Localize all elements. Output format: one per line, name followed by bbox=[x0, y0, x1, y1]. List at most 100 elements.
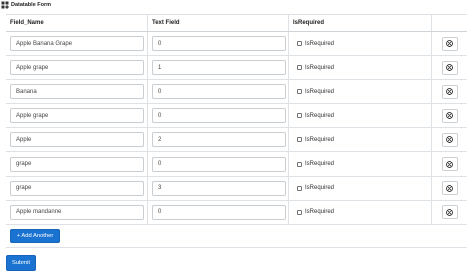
actions-cell bbox=[431, 176, 467, 200]
circle-x-icon bbox=[446, 208, 453, 216]
field-name-input[interactable]: Apple grape bbox=[10, 108, 144, 124]
circle-x-icon bbox=[446, 40, 453, 47]
table-row: grape 3 IsRequired bbox=[6, 176, 467, 201]
is-required-label: IsRequired bbox=[305, 40, 335, 47]
text-field-input[interactable]: 3 bbox=[152, 180, 286, 196]
is-required-checkbox[interactable] bbox=[297, 65, 302, 71]
is-required-checkbox[interactable] bbox=[297, 161, 302, 167]
text-field-input[interactable]: 0 bbox=[152, 36, 286, 52]
remove-row-button[interactable] bbox=[441, 84, 458, 99]
table-row: Apple 2 IsRequired bbox=[6, 128, 467, 153]
is-required-label: IsRequired bbox=[305, 161, 335, 168]
is-required-checkbox[interactable] bbox=[297, 89, 302, 95]
is-required-cell: IsRequired bbox=[288, 32, 431, 56]
table-row: grape 0 IsRequired bbox=[6, 152, 467, 177]
actions-cell bbox=[431, 56, 467, 80]
text-field-cell: 0 bbox=[147, 104, 288, 128]
remove-row-button[interactable] bbox=[441, 36, 458, 51]
is-required-checkbox[interactable] bbox=[297, 113, 302, 119]
is-required-control: IsRequired bbox=[289, 137, 334, 143]
text-field-input[interactable]: 0 bbox=[152, 156, 286, 172]
text-field-input[interactable]: 1 bbox=[152, 60, 286, 76]
field-name-cell: grape bbox=[6, 152, 147, 175]
circle-x-icon bbox=[446, 112, 453, 120]
is-required-cell: IsRequired bbox=[288, 80, 431, 104]
circle-x-icon bbox=[446, 64, 453, 72]
header-actions bbox=[431, 15, 467, 31]
text-field-input[interactable]: 0 bbox=[152, 204, 286, 220]
is-required-checkbox[interactable] bbox=[297, 41, 302, 47]
table-body: Apple Banana Grape 0 IsRequired Apple grape… bbox=[6, 32, 467, 225]
add-row-footer: + Add Another bbox=[6, 226, 467, 248]
form-title: Datatable Form bbox=[11, 2, 52, 8]
is-required-checkbox[interactable] bbox=[297, 185, 302, 191]
field-name-input[interactable]: Banana bbox=[10, 84, 144, 100]
circle-x-icon bbox=[446, 184, 453, 192]
header-field-name: Field_Name bbox=[10, 20, 44, 26]
text-field-cell: 0 bbox=[147, 152, 288, 176]
datatable: Field_Name Text Field IsRequired Apple B… bbox=[6, 14, 467, 225]
remove-row-button[interactable] bbox=[441, 132, 458, 147]
field-name-cell: Apple mandanne bbox=[6, 201, 147, 224]
is-required-label: IsRequired bbox=[305, 112, 335, 119]
field-name-cell: Apple grape bbox=[6, 56, 147, 79]
field-name-input[interactable]: Apple bbox=[10, 132, 144, 148]
is-required-control: IsRequired bbox=[289, 161, 334, 167]
actions-cell bbox=[431, 32, 467, 56]
is-required-control: IsRequired bbox=[289, 113, 334, 119]
field-name-cell: Apple Banana Grape bbox=[6, 32, 147, 55]
is-required-label: IsRequired bbox=[305, 136, 335, 143]
is-required-cell: IsRequired bbox=[288, 128, 431, 152]
text-field-input[interactable]: 0 bbox=[152, 108, 286, 124]
is-required-label: IsRequired bbox=[305, 185, 335, 192]
actions-cell bbox=[431, 152, 467, 176]
table-header: Field_Name Text Field IsRequired bbox=[6, 15, 467, 32]
field-name-input[interactable]: Apple mandanne bbox=[10, 204, 144, 220]
actions-cell bbox=[431, 200, 467, 224]
is-required-control: IsRequired bbox=[289, 89, 334, 95]
is-required-control: IsRequired bbox=[289, 185, 334, 191]
is-required-control: IsRequired bbox=[289, 209, 334, 215]
field-name-input[interactable]: grape bbox=[10, 156, 144, 172]
is-required-checkbox[interactable] bbox=[297, 209, 302, 215]
form-title-bar: Datatable Form bbox=[0, 0, 474, 10]
text-field-input[interactable]: 0 bbox=[152, 84, 286, 100]
actions-cell bbox=[431, 104, 467, 128]
is-required-checkbox[interactable] bbox=[297, 137, 302, 143]
actions-cell bbox=[431, 128, 467, 152]
is-required-cell: IsRequired bbox=[288, 200, 431, 224]
remove-row-button[interactable] bbox=[441, 108, 458, 123]
table-row: Apple grape 1 IsRequired bbox=[6, 56, 467, 81]
table-row: Apple Banana Grape 0 IsRequired bbox=[6, 32, 467, 57]
field-name-cell: Apple grape bbox=[6, 104, 147, 127]
remove-row-button[interactable] bbox=[441, 157, 458, 172]
table-row: Banana 0 IsRequired bbox=[6, 80, 467, 105]
is-required-control: IsRequired bbox=[289, 41, 334, 47]
circle-x-icon bbox=[446, 88, 453, 96]
text-field-cell: 0 bbox=[147, 32, 288, 56]
text-field-cell: 2 bbox=[147, 128, 288, 152]
field-name-input[interactable]: Apple grape bbox=[10, 60, 144, 76]
field-name-input[interactable]: Apple Banana Grape bbox=[10, 36, 144, 52]
remove-row-button[interactable] bbox=[441, 60, 458, 75]
text-field-cell: 0 bbox=[147, 80, 288, 104]
remove-row-button[interactable] bbox=[441, 181, 458, 196]
field-name-cell: grape bbox=[6, 177, 147, 200]
text-field-cell: 1 bbox=[147, 56, 288, 80]
remove-row-button[interactable] bbox=[441, 205, 458, 220]
field-name-cell: Apple bbox=[6, 128, 147, 151]
table-row: Apple grape 0 IsRequired bbox=[6, 104, 467, 129]
header-is-required: IsRequired bbox=[288, 15, 431, 31]
circle-x-icon bbox=[446, 160, 453, 168]
is-required-label: IsRequired bbox=[305, 64, 335, 71]
submit-button[interactable]: Submit bbox=[6, 255, 36, 271]
table-row: Apple mandanne 0 IsRequired bbox=[6, 200, 467, 225]
is-required-label: IsRequired bbox=[305, 209, 335, 216]
text-field-input[interactable]: 2 bbox=[152, 132, 286, 148]
field-name-input[interactable]: grape bbox=[10, 180, 144, 196]
circle-x-icon bbox=[446, 136, 453, 144]
form-builder-icon bbox=[1, 1, 9, 9]
field-name-cell: Banana bbox=[6, 80, 147, 103]
add-another-button[interactable]: + Add Another bbox=[10, 229, 60, 243]
is-required-cell: IsRequired bbox=[288, 152, 431, 176]
